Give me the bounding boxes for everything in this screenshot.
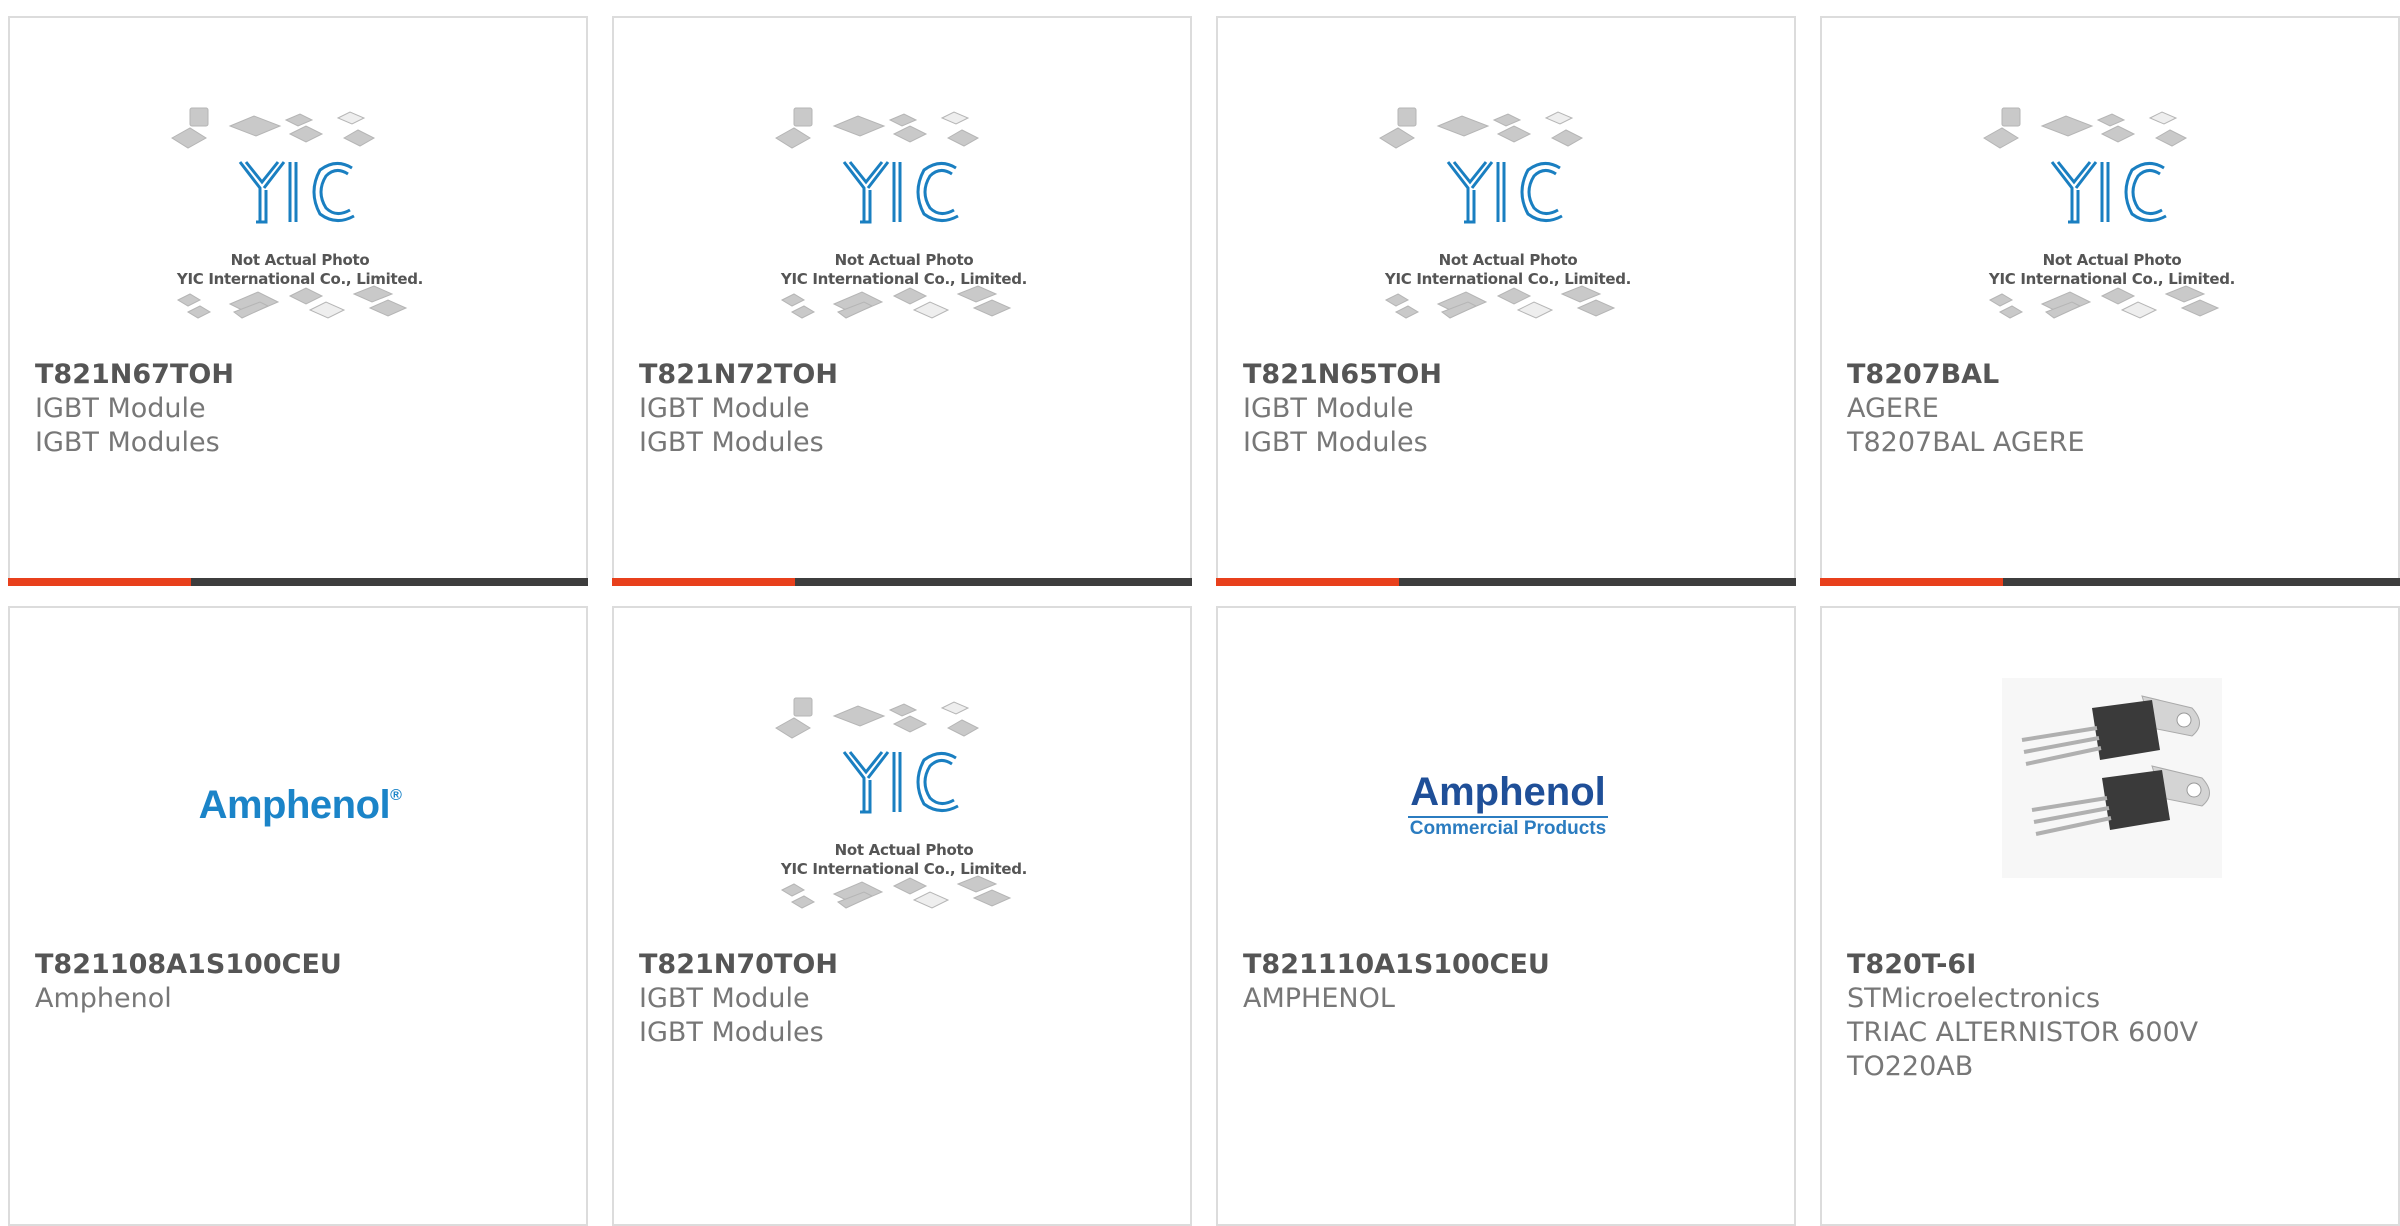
product-description: IGBT Modules xyxy=(35,427,220,458)
amphenol-commercial-logo: Amphenol Commercial Products xyxy=(1408,770,1608,839)
product-info: T820T-6I STMicroelectronics TRIAC ALTERNIS… xyxy=(1847,948,2378,1084)
part-number[interactable]: T821N70TOH xyxy=(639,948,1170,982)
yic-placeholder-image: Not Actual Photo YIC International Co., … xyxy=(764,98,1044,358)
card-accent-bar xyxy=(1820,578,2003,586)
product-image[interactable]: Not Actual Photo YIC International Co., … xyxy=(764,98,1044,358)
product-manufacturer: STMicroelectronics xyxy=(1847,983,2101,1014)
product-description: T8207BAL AGERE xyxy=(1847,427,2085,458)
placeholder-caption: Not Actual Photo xyxy=(1438,251,1578,269)
product-card[interactable]: Amphenol Commercial Products T821110A1S100… xyxy=(1216,606,1796,1226)
amphenol-logo: Amphenol® xyxy=(198,783,402,827)
product-manufacturer: IGBT Module xyxy=(1243,393,1414,424)
product-info: T821108A1S100CEU Amphenol xyxy=(35,948,566,1016)
product-info: T821N72TOH IGBT Module IGBT Modules xyxy=(639,358,1170,460)
yic-placeholder-image: Not Actual Photo YIC International Co., … xyxy=(160,98,440,358)
placeholder-caption: Not Actual Photo xyxy=(2042,251,2182,269)
product-description: IGBT Modules xyxy=(1243,427,1428,458)
yic-placeholder-image: Not Actual Photo YIC International Co., … xyxy=(1972,98,2252,358)
product-manufacturer: IGBT Module xyxy=(639,983,810,1014)
product-info: T821110A1S100CEU AMPHENOL xyxy=(1243,948,1774,1016)
placeholder-company: YIC International Co., Limited. xyxy=(1384,270,1632,288)
product-image[interactable] xyxy=(2002,678,2282,938)
product-card[interactable]: Not Actual Photo YIC International Co., … xyxy=(1820,16,2400,586)
product-info: T821N70TOH IGBT Module IGBT Modules xyxy=(639,948,1170,1050)
product-card[interactable]: Not Actual Photo YIC International Co., … xyxy=(1216,16,1796,586)
product-info: T821N65TOH IGBT Module IGBT Modules xyxy=(1243,358,1774,460)
product-info: T8207BAL AGERE T8207BAL AGERE xyxy=(1847,358,2378,460)
yic-placeholder-image: Not Actual Photo YIC International Co., … xyxy=(764,688,1044,948)
product-description: TO220AB xyxy=(1847,1051,1974,1082)
placeholder-company: YIC International Co., Limited. xyxy=(176,270,424,288)
card-hover-bar xyxy=(1216,578,1796,586)
part-number[interactable]: T821108A1S100CEU xyxy=(35,948,566,982)
placeholder-company: YIC International Co., Limited. xyxy=(780,270,1028,288)
transistor-photo xyxy=(2002,678,2222,878)
part-number[interactable]: T821110A1S100CEU xyxy=(1243,948,1774,982)
product-card[interactable]: T820T-6I STMicroelectronics TRIAC ALTERNIS… xyxy=(1820,606,2400,1226)
placeholder-company: YIC International Co., Limited. xyxy=(780,860,1028,878)
placeholder-caption: Not Actual Photo xyxy=(834,251,974,269)
product-manufacturer: IGBT Module xyxy=(639,393,810,424)
product-image[interactable]: Not Actual Photo YIC International Co., … xyxy=(764,688,1044,948)
product-manufacturer: AMPHENOL xyxy=(1243,983,1395,1014)
product-description: TRIAC ALTERNISTOR 600V xyxy=(1847,1017,2199,1048)
part-number[interactable]: T8207BAL xyxy=(1847,358,2378,392)
card-accent-bar xyxy=(612,578,795,586)
product-card[interactable]: Not Actual Photo YIC International Co., … xyxy=(612,16,1192,586)
placeholder-company: YIC International Co., Limited. xyxy=(1988,270,2236,288)
product-card[interactable]: Not Actual Photo YIC International Co., … xyxy=(612,606,1192,1226)
yic-placeholder-image: Not Actual Photo YIC International Co., … xyxy=(1368,98,1648,358)
product-image[interactable]: Not Actual Photo YIC International Co., … xyxy=(1972,98,2252,358)
placeholder-caption: Not Actual Photo xyxy=(834,841,974,859)
card-accent-bar xyxy=(1216,578,1399,586)
product-description: IGBT Modules xyxy=(639,1017,824,1048)
product-manufacturer: Amphenol xyxy=(35,983,172,1014)
product-manufacturer: AGERE xyxy=(1847,393,1939,424)
product-image[interactable]: Amphenol® xyxy=(10,688,590,948)
card-hover-bar xyxy=(612,578,1192,586)
product-image[interactable]: Not Actual Photo YIC International Co., … xyxy=(160,98,440,358)
product-info: T821N67TOH IGBT Module IGBT Modules xyxy=(35,358,566,460)
placeholder-caption: Not Actual Photo xyxy=(230,251,370,269)
card-accent-bar xyxy=(8,578,191,586)
part-number[interactable]: T821N65TOH xyxy=(1243,358,1774,392)
card-hover-bar xyxy=(8,578,588,586)
product-description: IGBT Modules xyxy=(639,427,824,458)
part-number[interactable]: T821N72TOH xyxy=(639,358,1170,392)
product-card[interactable]: Not Actual Photo YIC International Co., … xyxy=(8,16,588,586)
part-number[interactable]: T821N67TOH xyxy=(35,358,566,392)
product-grid: Not Actual Photo YIC International Co., … xyxy=(0,0,2400,1226)
product-manufacturer: IGBT Module xyxy=(35,393,206,424)
product-image[interactable]: Amphenol Commercial Products xyxy=(1218,688,1798,948)
part-number[interactable]: T820T-6I xyxy=(1847,948,2378,982)
product-card[interactable]: Amphenol® T821108A1S100CEU Amphenol xyxy=(8,606,588,1226)
product-image[interactable]: Not Actual Photo YIC International Co., … xyxy=(1368,98,1648,358)
card-hover-bar xyxy=(1820,578,2400,586)
